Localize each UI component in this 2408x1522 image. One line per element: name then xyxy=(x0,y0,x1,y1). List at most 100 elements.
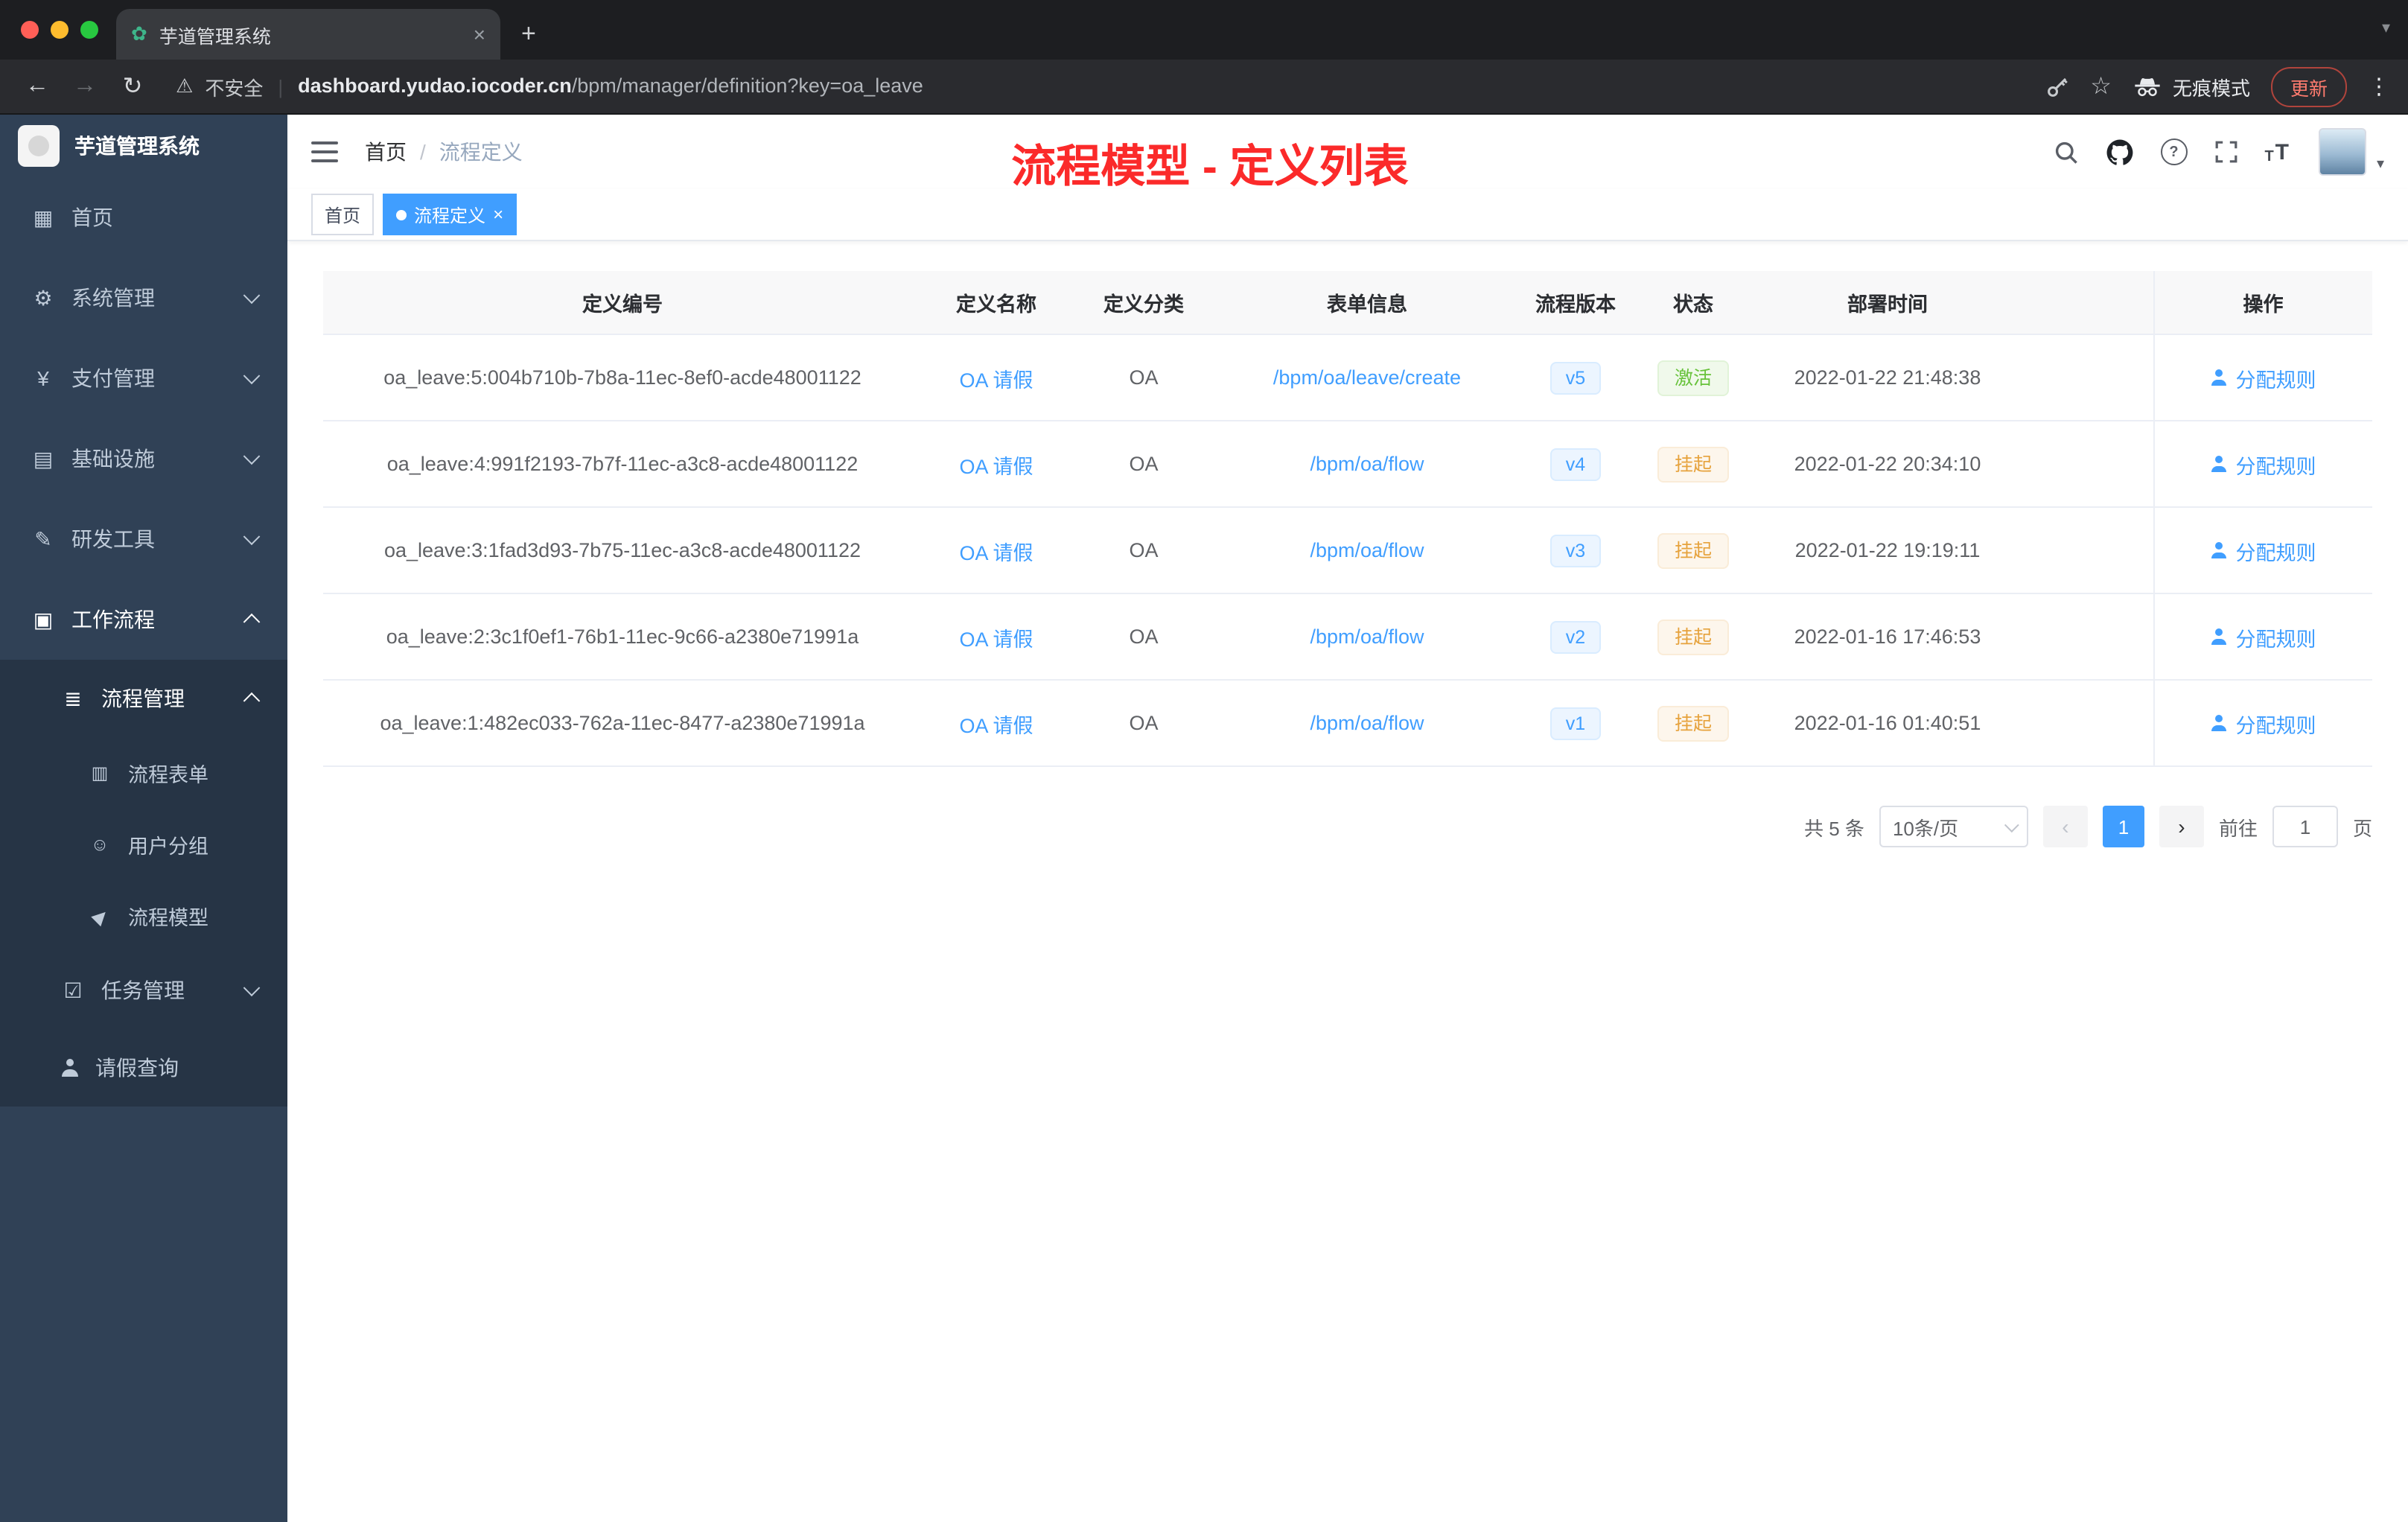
definition-name-link[interactable]: OA 请假 xyxy=(959,714,1033,736)
tab-search-caret-icon[interactable]: ▾ xyxy=(2382,18,2390,37)
tag-label: 流程定义 xyxy=(414,205,486,226)
sidebar-item-user-group[interactable]: ☺ 用户分组 xyxy=(0,809,287,880)
home-icon: ▦ xyxy=(33,205,54,229)
cell-status: 挂起 xyxy=(1634,421,1753,508)
table-row: oa_leave:3:1fad3d93-7b75-11ec-a3c8-acde4… xyxy=(323,507,2372,594)
reload-button[interactable]: ↻ xyxy=(113,71,152,101)
sidebar-item-label: 流程模型 xyxy=(128,907,208,929)
form-info-link[interactable]: /bpm/oa/flow xyxy=(1310,539,1424,561)
browser-tab[interactable]: ✿ 芋道管理系统 × xyxy=(116,9,500,60)
back-button[interactable]: ← xyxy=(18,73,57,100)
browser-menu-icon[interactable]: ⋮ xyxy=(2368,73,2390,100)
cell-definition-name: OA 请假 xyxy=(922,680,1071,767)
assign-rule-link[interactable]: 分配规则 xyxy=(2211,449,2316,479)
forward-button[interactable]: → xyxy=(66,73,104,100)
minimize-window-button[interactable] xyxy=(51,21,69,39)
tag-close-icon[interactable]: × xyxy=(493,204,503,225)
person-icon xyxy=(2211,715,2229,731)
assign-rule-label: 分配规则 xyxy=(2235,369,2316,391)
maximize-window-button[interactable] xyxy=(80,21,98,39)
sidebar-item-label: 研发工具 xyxy=(71,527,155,551)
plane-icon: ▶ xyxy=(87,903,112,929)
sidebar-item-workflow[interactable]: ▣ 工作流程 xyxy=(0,579,287,660)
chat-icon: ☺ xyxy=(90,834,109,855)
collapse-sidebar-icon[interactable] xyxy=(311,141,338,162)
sidebar-item-label: 工作流程 xyxy=(71,608,155,631)
update-button[interactable]: 更新 xyxy=(2270,66,2347,106)
fullscreen-icon[interactable] xyxy=(2214,140,2237,164)
chevron-icon xyxy=(243,613,261,631)
assign-rule-label: 分配规则 xyxy=(2235,541,2316,564)
user-avatar[interactable]: ▾ xyxy=(2319,128,2384,176)
security-label[interactable]: 不安全 xyxy=(205,72,263,101)
person-icon xyxy=(2211,369,2229,386)
github-icon[interactable] xyxy=(2105,138,2133,166)
col-definition-category: 定义分类 xyxy=(1071,271,1217,335)
cell-process-version: v4 xyxy=(1517,421,1634,508)
traffic-lights xyxy=(21,21,98,39)
sidebar-item-process-model[interactable]: ▶ 流程模型 xyxy=(0,880,287,952)
cell-definition-name: OA 请假 xyxy=(922,507,1071,594)
new-tab-button[interactable]: + xyxy=(521,19,536,49)
page-size-value: 10条/页 xyxy=(1892,817,1959,839)
cell-definition-id: oa_leave:2:3c1f0ef1-76b1-11ec-9c66-a2380… xyxy=(323,593,922,681)
incognito-label: 无痕模式 xyxy=(2172,77,2250,99)
table-row: oa_leave:4:991f2193-7b7f-11ec-a3c8-acde4… xyxy=(323,421,2372,508)
definition-name-link[interactable]: OA 请假 xyxy=(959,455,1033,477)
definition-name-link[interactable]: OA 请假 xyxy=(959,369,1033,391)
sidebar-item-process-mgmt[interactable]: ≣ 流程管理 xyxy=(0,660,287,737)
next-page-button[interactable]: › xyxy=(2159,806,2204,847)
version-badge: v2 xyxy=(1550,620,1601,653)
assign-rule-label: 分配规则 xyxy=(2235,628,2316,650)
form-info-link[interactable]: /bpm/oa/flow xyxy=(1310,625,1424,648)
assign-rule-link[interactable]: 分配规则 xyxy=(2211,535,2316,565)
font-size-icon[interactable]: TT xyxy=(2264,139,2289,165)
url-text[interactable]: dashboard.yudao.iocoder.cn/bpm/manager/d… xyxy=(298,73,923,100)
tag-dot xyxy=(396,209,407,220)
search-icon[interactable] xyxy=(2053,139,2078,165)
sidebar-item-dev-tools[interactable]: ✎ 研发工具 xyxy=(0,499,287,579)
version-badge: v5 xyxy=(1550,361,1601,394)
sidebar-logo[interactable]: 芋道管理系统 xyxy=(0,115,287,177)
form-info-link[interactable]: /bpm/oa/flow xyxy=(1310,453,1424,475)
task-icon: ☑ xyxy=(63,978,83,1002)
browser-tab-strip: ✿ 芋道管理系统 × + ▾ xyxy=(0,0,2408,60)
tab-favicon-icon: ✿ xyxy=(131,22,147,45)
breadcrumb-home[interactable]: 首页 xyxy=(365,137,407,167)
help-icon[interactable]: ? xyxy=(2160,138,2188,165)
close-window-button[interactable] xyxy=(21,21,39,39)
prev-page-button[interactable]: ‹ xyxy=(2042,806,2088,847)
sidebar-item-home[interactable]: ▦ 首页 xyxy=(0,177,287,258)
col-deploy-time: 部署时间 xyxy=(1753,271,2022,335)
page-1-button[interactable]: 1 xyxy=(2102,806,2144,847)
assign-rule-link[interactable]: 分配规则 xyxy=(2211,622,2316,652)
tag-首页[interactable]: 首页 × xyxy=(311,194,375,235)
chevron-icon xyxy=(243,287,261,305)
avatar-image xyxy=(2319,128,2366,176)
sidebar-item-task-mgmt[interactable]: ☑ 任务管理 xyxy=(0,952,287,1029)
form-info-link[interactable]: /bpm/oa/leave/create xyxy=(1273,366,1461,389)
version-badge: v1 xyxy=(1550,707,1601,739)
assign-rule-link[interactable]: 分配规则 xyxy=(2211,708,2316,738)
cell-actions: 分配规则 xyxy=(2153,421,2372,508)
sidebar-item-process-form[interactable]: ▥ 流程表单 xyxy=(0,737,287,809)
tab-close-icon[interactable]: × xyxy=(474,22,485,46)
cell-filler xyxy=(2022,593,2153,681)
definition-name-link[interactable]: OA 请假 xyxy=(959,628,1033,650)
address-bar[interactable]: ⚠ 不安全 | dashboard.yudao.iocoder.cn/bpm/m… xyxy=(176,72,2017,101)
tag-流程定义[interactable]: 流程定义 × xyxy=(383,194,517,235)
definition-name-link[interactable]: OA 请假 xyxy=(959,541,1033,564)
goto-page-input[interactable] xyxy=(2272,806,2338,847)
password-key-icon[interactable] xyxy=(2044,74,2069,99)
assign-rule-link[interactable]: 分配规则 xyxy=(2211,363,2316,392)
sidebar-item-system-mgmt[interactable]: ⚙ 系统管理 xyxy=(0,258,287,338)
sidebar-item-infrastructure[interactable]: ▤ 基础设施 xyxy=(0,418,287,499)
bookmark-star-icon[interactable]: ☆ xyxy=(2090,71,2112,101)
sidebar-item-leave-query[interactable]: 请假查询 xyxy=(0,1029,287,1107)
chevron-icon xyxy=(243,528,261,546)
page-size-select[interactable]: 10条/页 xyxy=(1879,806,2028,847)
form-info-link[interactable]: /bpm/oa/flow xyxy=(1310,712,1424,734)
sidebar-item-label: 流程表单 xyxy=(128,764,208,786)
sidebar-item-payment-mgmt[interactable]: ¥ 支付管理 xyxy=(0,338,287,418)
col-process-version: 流程版本 xyxy=(1517,271,1634,335)
